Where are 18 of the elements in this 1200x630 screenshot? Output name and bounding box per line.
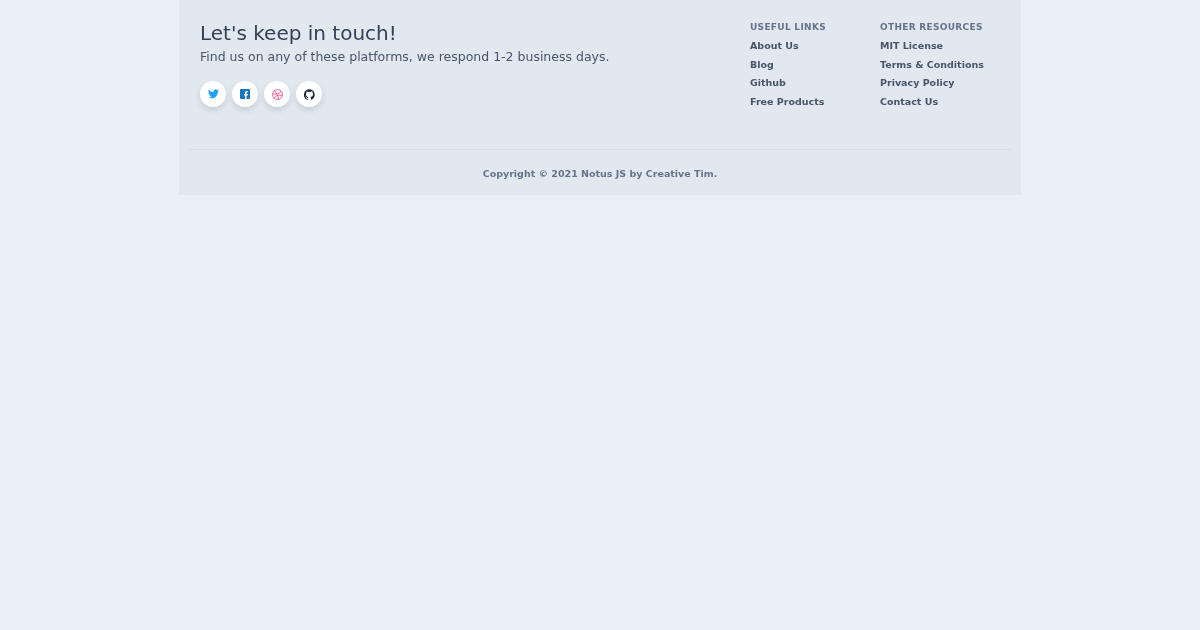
bird-icon bbox=[207, 89, 219, 99]
footer-link[interactable]: Github bbox=[750, 74, 880, 93]
copyright-text: Copyright © 2021 Notus JS by Creative Tim. bbox=[481, 168, 719, 179]
social-button[interactable] bbox=[296, 81, 322, 107]
footer-link[interactable]: Contact Us bbox=[880, 92, 992, 111]
footer-link[interactable]: Terms & Conditions bbox=[880, 55, 992, 74]
footer-subtitle: Find us on any of these platforms, we respond 1-2 business days. bbox=[200, 49, 610, 64]
footer-link[interactable]: Privacy Policy bbox=[880, 74, 992, 93]
links-heading: OTHER RESOURCES bbox=[880, 22, 984, 32]
links-heading: USEFUL LINKS bbox=[750, 22, 827, 32]
footer-link[interactable]: About Us bbox=[750, 37, 880, 56]
footer-link[interactable]: Blog bbox=[750, 55, 880, 74]
footer-title: Let's keep in touch! bbox=[200, 20, 398, 46]
footer-link[interactable]: MIT License bbox=[880, 37, 992, 56]
ball-icon bbox=[271, 88, 283, 100]
cat-icon bbox=[303, 88, 315, 100]
footer-link[interactable]: Free Products bbox=[750, 92, 880, 111]
letter-f-icon bbox=[240, 89, 250, 99]
